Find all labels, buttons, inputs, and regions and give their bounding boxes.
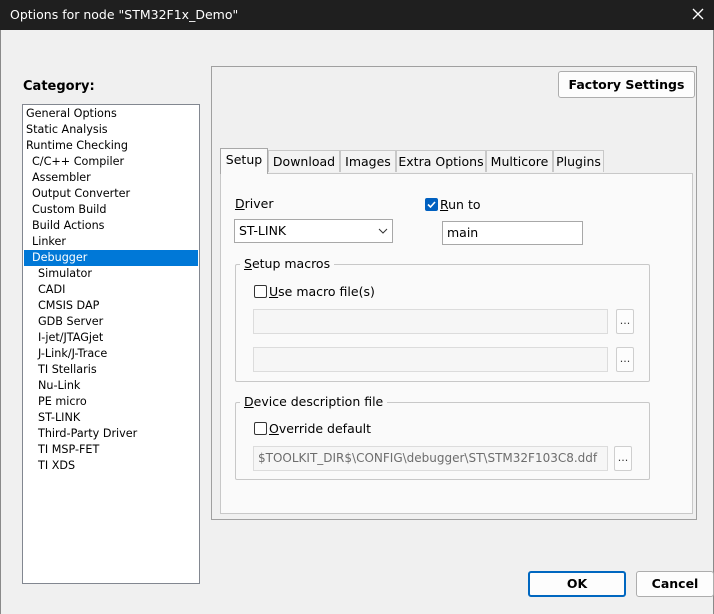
- driver-select-value: ST-LINK: [239, 223, 287, 238]
- category-item[interactable]: TI XDS: [24, 458, 198, 474]
- category-item[interactable]: Debugger: [24, 250, 198, 266]
- chevron-down-icon: [378, 228, 388, 234]
- device-description-path[interactable]: $TOOLKIT_DIR$\CONFIG\debugger\ST\STM32F1…: [253, 446, 608, 471]
- override-default-label: Override default: [269, 421, 372, 436]
- macro-file-input-2[interactable]: [253, 347, 608, 372]
- browse-macro-file-1-button[interactable]: ...: [616, 309, 634, 334]
- category-item[interactable]: C/C++ Compiler: [24, 154, 198, 170]
- category-item[interactable]: Runtime Checking: [24, 138, 198, 154]
- category-item[interactable]: CADI: [24, 282, 198, 298]
- macro-file-input-1[interactable]: [253, 309, 608, 334]
- tab-extra-options[interactable]: Extra Options: [396, 150, 486, 172]
- category-item[interactable]: Linker: [24, 234, 198, 250]
- category-item[interactable]: Nu-Link: [24, 378, 198, 394]
- category-item[interactable]: TI MSP-FET: [24, 442, 198, 458]
- category-list[interactable]: General Options Static Analysis Runtime Ch…: [22, 104, 200, 584]
- category-item[interactable]: Static Analysis: [24, 122, 198, 138]
- cancel-button[interactable]: Cancel: [636, 571, 714, 597]
- tab-plugins[interactable]: Plugins: [553, 150, 604, 172]
- ok-button[interactable]: OK: [528, 571, 626, 597]
- category-item[interactable]: GDB Server: [24, 314, 198, 330]
- category-item[interactable]: ST-LINK: [24, 410, 198, 426]
- use-macro-files-label: Use macro file(s): [269, 284, 375, 299]
- browse-macro-file-2-button[interactable]: ...: [616, 347, 634, 372]
- window-title: Options for node "STM32F1x_Demo": [10, 7, 239, 22]
- category-item[interactable]: I-jet/JTAGjet: [24, 330, 198, 346]
- category-item[interactable]: Build Actions: [24, 218, 198, 234]
- override-default-checkbox[interactable]: [254, 422, 267, 435]
- category-item[interactable]: General Options: [24, 106, 198, 122]
- category-item[interactable]: Simulator: [24, 266, 198, 282]
- window-frame-left: [0, 30, 1, 614]
- tab-setup[interactable]: Setup: [220, 148, 268, 174]
- factory-settings-button[interactable]: Factory Settings: [558, 71, 695, 98]
- category-item[interactable]: Custom Build: [24, 202, 198, 218]
- category-item[interactable]: CMSIS DAP: [24, 298, 198, 314]
- driver-label: Driver: [235, 196, 274, 211]
- run-to-label: Run to: [440, 197, 481, 212]
- driver-select[interactable]: ST-LINK: [234, 219, 393, 243]
- category-item[interactable]: J-Link/J-Trace: [24, 346, 198, 362]
- use-macro-files-checkbox[interactable]: [254, 285, 267, 298]
- device-description-title: Device description file: [240, 394, 388, 410]
- category-item[interactable]: Third-Party Driver: [24, 426, 198, 442]
- tab-images[interactable]: Images: [340, 150, 396, 172]
- category-item[interactable]: PE micro: [24, 394, 198, 410]
- tab-download[interactable]: Download: [268, 150, 340, 172]
- category-item[interactable]: Assembler: [24, 170, 198, 186]
- checkmark-icon: [427, 201, 436, 209]
- tab-multicore[interactable]: Multicore: [486, 150, 553, 172]
- title-bar: Options for node "STM32F1x_Demo": [0, 0, 714, 30]
- category-item[interactable]: Output Converter: [24, 186, 198, 202]
- browse-device-description-button[interactable]: ...: [614, 446, 632, 471]
- close-icon[interactable]: [688, 4, 708, 24]
- category-label: Category:: [23, 79, 95, 94]
- run-to-checkbox[interactable]: [425, 198, 438, 211]
- run-to-input[interactable]: main: [442, 221, 583, 245]
- category-item[interactable]: TI Stellaris: [24, 362, 198, 378]
- setup-macros-title: Setup macros: [240, 256, 335, 272]
